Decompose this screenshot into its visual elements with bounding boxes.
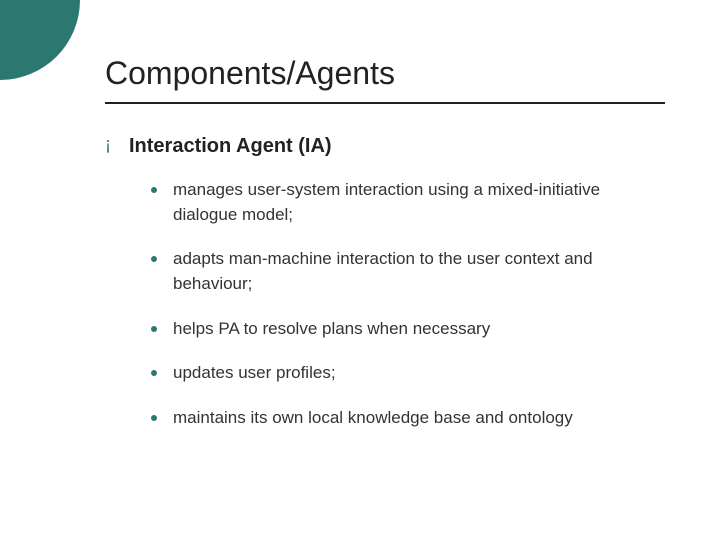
- slide-content: Components/Agents ¡ Interaction Agent (I…: [0, 0, 720, 430]
- list-item-text: adapts man-machine interaction to the us…: [173, 247, 653, 296]
- list-item: helps PA to resolve plans when necessary: [151, 317, 660, 342]
- slide-body: ¡ Interaction Agent (IA) manages user-sy…: [105, 132, 660, 430]
- heading-text: Interaction Agent (IA): [129, 132, 332, 160]
- sub-list: manages user-system interaction using a …: [151, 178, 660, 430]
- list-item: manages user-system interaction using a …: [151, 178, 660, 227]
- list-item: updates user profiles;: [151, 361, 660, 386]
- dot-bullet-icon: [151, 370, 157, 376]
- list-item: maintains its own local knowledge base a…: [151, 406, 660, 431]
- list-item-text: updates user profiles;: [173, 361, 336, 386]
- list-item: adapts man-machine interaction to the us…: [151, 247, 660, 296]
- list-item-text: manages user-system interaction using a …: [173, 178, 653, 227]
- list-item-text: helps PA to resolve plans when necessary: [173, 317, 490, 342]
- title-underline: [105, 102, 665, 104]
- dot-bullet-icon: [151, 187, 157, 193]
- slide-title: Components/Agents: [105, 55, 660, 92]
- heading-item: ¡ Interaction Agent (IA): [105, 132, 660, 160]
- dot-bullet-icon: [151, 256, 157, 262]
- dot-bullet-icon: [151, 415, 157, 421]
- dot-bullet-icon: [151, 326, 157, 332]
- list-item-text: maintains its own local knowledge base a…: [173, 406, 573, 431]
- circle-bullet-icon: ¡: [105, 132, 111, 157]
